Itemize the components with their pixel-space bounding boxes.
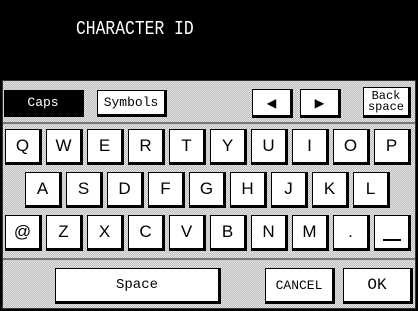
cursor-left-button[interactable]: ◀ bbox=[252, 89, 293, 118]
key-w-label: W bbox=[55, 136, 72, 155]
bottom-divider bbox=[3, 258, 415, 260]
key-a[interactable]: A bbox=[25, 172, 62, 208]
key-v[interactable]: V bbox=[169, 215, 206, 251]
key-k-label: K bbox=[323, 179, 336, 198]
symbols-button[interactable]: Symbols bbox=[97, 90, 167, 117]
key-y-label: Y bbox=[221, 136, 234, 155]
key-y[interactable]: Y bbox=[210, 129, 247, 165]
key-c[interactable]: C bbox=[128, 215, 165, 251]
key-l-label: L bbox=[365, 179, 376, 198]
ok-button[interactable]: OK bbox=[343, 268, 413, 304]
key-z-label: Z bbox=[58, 222, 69, 241]
cancel-label: CANCEL bbox=[275, 277, 323, 293]
key-h[interactable]: H bbox=[230, 172, 267, 208]
key-a-label: A bbox=[36, 179, 49, 198]
key-b-label: B bbox=[221, 222, 234, 241]
caps-label: Caps bbox=[27, 95, 59, 110]
key-c-label: C bbox=[139, 222, 152, 241]
toolbar-divider bbox=[3, 122, 415, 124]
key-w[interactable]: W bbox=[46, 129, 83, 165]
key-b[interactable]: B bbox=[210, 215, 247, 251]
keyboard-panel: Caps Symbols ◀ ▶ Back space Q W E R T Y U I O P A… bbox=[2, 80, 416, 309]
key-h-label: H bbox=[241, 179, 254, 198]
key-k[interactable]: K bbox=[312, 172, 349, 208]
key-period-label: . bbox=[348, 222, 353, 241]
key-p[interactable]: P bbox=[374, 129, 411, 165]
key-z[interactable]: Z bbox=[46, 215, 83, 251]
key-g[interactable]: G bbox=[189, 172, 226, 208]
key-t[interactable]: T bbox=[169, 129, 206, 165]
key-e-label: E bbox=[98, 136, 111, 155]
key-underscore[interactable] bbox=[374, 215, 411, 251]
left-arrow-icon: ◀ bbox=[266, 93, 277, 112]
key-m-label: M bbox=[302, 222, 317, 241]
symbols-label: Symbols bbox=[103, 95, 159, 110]
key-at-label: @ bbox=[13, 222, 32, 241]
key-o-label: O bbox=[343, 136, 358, 155]
key-d[interactable]: D bbox=[107, 172, 144, 208]
key-s-label: S bbox=[77, 179, 90, 198]
backspace-button[interactable]: Back space bbox=[363, 87, 411, 118]
right-arrow-icon: ▶ bbox=[314, 93, 325, 112]
key-at[interactable]: @ bbox=[5, 215, 42, 251]
key-period[interactable]: . bbox=[333, 215, 370, 251]
key-u-label: U bbox=[262, 136, 275, 155]
header-bar: CHARACTER ID bbox=[0, 0, 418, 80]
key-p-label: P bbox=[385, 136, 398, 155]
key-t-label: T bbox=[181, 136, 192, 155]
key-o[interactable]: O bbox=[333, 129, 370, 165]
screen-title: CHARACTER ID bbox=[76, 18, 194, 40]
key-v-label: V bbox=[180, 222, 193, 241]
key-s[interactable]: S bbox=[66, 172, 103, 208]
key-d-label: D bbox=[118, 179, 131, 198]
caps-button[interactable]: Caps bbox=[4, 90, 84, 117]
key-n[interactable]: N bbox=[251, 215, 288, 251]
space-label: Space bbox=[115, 277, 158, 293]
key-r-label: R bbox=[139, 136, 152, 155]
key-f-label: F bbox=[160, 179, 171, 198]
key-f[interactable]: F bbox=[148, 172, 185, 208]
key-underscore-label bbox=[382, 239, 401, 241]
key-i[interactable]: I bbox=[292, 129, 329, 165]
key-i-label: I bbox=[307, 136, 312, 155]
key-q-label: Q bbox=[15, 136, 30, 155]
character-id-screen: CHARACTER ID Caps Symbols ◀ ▶ Back space… bbox=[0, 0, 418, 311]
key-g-label: G bbox=[199, 179, 214, 198]
key-u[interactable]: U bbox=[251, 129, 288, 165]
cursor-right-button[interactable]: ▶ bbox=[300, 89, 341, 118]
key-q[interactable]: Q bbox=[5, 129, 42, 165]
key-r[interactable]: R bbox=[128, 129, 165, 165]
key-x-label: X bbox=[98, 222, 111, 241]
key-x[interactable]: X bbox=[87, 215, 124, 251]
cancel-button[interactable]: CANCEL bbox=[265, 268, 335, 304]
space-button[interactable]: Space bbox=[55, 268, 221, 304]
key-e[interactable]: E bbox=[87, 129, 124, 165]
key-j[interactable]: J bbox=[271, 172, 308, 208]
key-l[interactable]: L bbox=[353, 172, 390, 208]
ok-label: OK bbox=[367, 276, 387, 294]
key-n-label: N bbox=[262, 222, 275, 241]
backspace-label: Back space bbox=[367, 90, 404, 114]
key-j-label: J bbox=[284, 179, 293, 198]
backspace-label-line2: space bbox=[367, 99, 404, 114]
key-m[interactable]: M bbox=[292, 215, 329, 251]
